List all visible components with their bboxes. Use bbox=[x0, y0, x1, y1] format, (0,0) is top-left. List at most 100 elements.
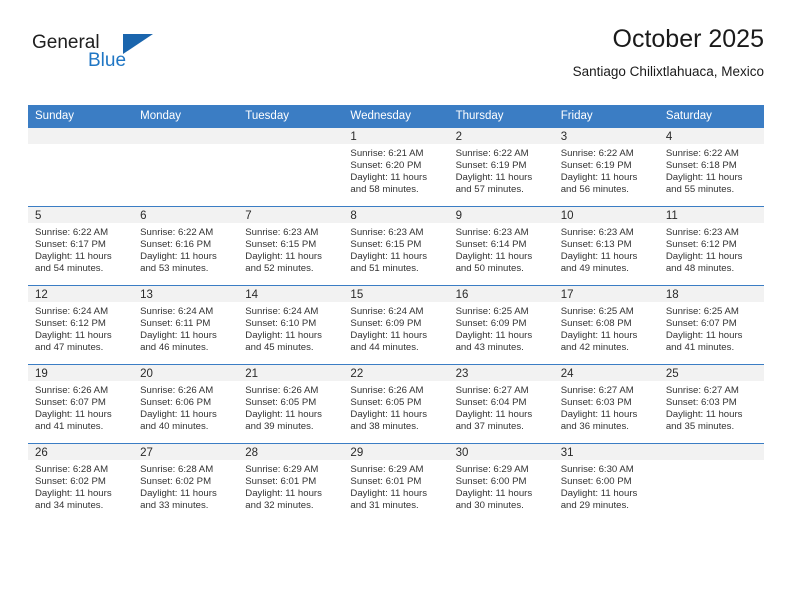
sunset-text: Sunset: 6:14 PM bbox=[455, 239, 527, 251]
daylight-text: Daylight: 11 hours and 57 minutes. bbox=[455, 172, 533, 196]
calendar-day-cell[interactable]: 1 Sunrise: 6:21 AM Sunset: 6:20 PM Daylight… bbox=[343, 127, 449, 207]
day-number: 29 bbox=[343, 444, 449, 460]
daylight-text: Daylight: 11 hours and 47 minutes. bbox=[35, 330, 112, 354]
day-number: 24 bbox=[553, 365, 659, 381]
daylight-text: Daylight: 11 hours and 33 minutes. bbox=[140, 488, 217, 512]
sunset-text: Sunset: 6:13 PM bbox=[560, 239, 632, 251]
sunrise-text: Sunrise: 6:24 AM bbox=[140, 306, 214, 317]
day-number bbox=[238, 128, 344, 144]
calendar-day-cell[interactable]: 29 Sunrise: 6:29 AM Sunset: 6:01 PM Dayligh… bbox=[343, 443, 449, 522]
calendar-day-cell[interactable]: 20 Sunrise: 6:26 AM Sunset: 6:06 PM Dayligh… bbox=[133, 364, 239, 444]
day-details: Sunrise: 6:25 AM Sunset: 6:07 PM Daylight:… bbox=[659, 302, 764, 354]
calendar-day-cell[interactable]: 13 Sunrise: 6:24 AM Sunset: 6:11 PM Dayligh… bbox=[133, 285, 239, 365]
day-details: Sunrise: 6:22 AM Sunset: 6:17 PM Daylight:… bbox=[28, 223, 133, 275]
sunset-text: Sunset: 6:19 PM bbox=[560, 160, 632, 172]
weekday-header-monday: Monday bbox=[133, 105, 239, 128]
sunset-text: Sunset: 6:16 PM bbox=[140, 239, 212, 251]
day-details: Sunrise: 6:28 AM Sunset: 6:02 PM Daylight:… bbox=[28, 460, 133, 512]
calendar-day-cell[interactable]: 19 Sunrise: 6:26 AM Sunset: 6:07 PM Dayligh… bbox=[28, 364, 134, 444]
calendar-day-cell[interactable]: 27 Sunrise: 6:28 AM Sunset: 6:02 PM Dayligh… bbox=[133, 443, 239, 522]
day-number: 31 bbox=[553, 444, 659, 460]
sunset-text: Sunset: 6:00 PM bbox=[455, 476, 527, 488]
calendar-day-cell[interactable]: 14 Sunrise: 6:24 AM Sunset: 6:10 PM Dayligh… bbox=[238, 285, 344, 365]
title-block: October 2025 Santiago Chilixtlahuaca, Me… bbox=[573, 24, 764, 80]
sunrise-text: Sunrise: 6:26 AM bbox=[350, 385, 424, 396]
day-number: 21 bbox=[238, 365, 344, 381]
day-details: Sunrise: 6:22 AM Sunset: 6:19 PM Daylight:… bbox=[554, 144, 659, 196]
daylight-text: Daylight: 11 hours and 41 minutes. bbox=[665, 330, 743, 354]
calendar-day-cell[interactable]: 26 Sunrise: 6:28 AM Sunset: 6:02 PM Dayligh… bbox=[28, 443, 134, 522]
weekday-header-row: Sunday Monday Tuesday Wednesday Thursday… bbox=[28, 105, 764, 128]
day-details: Sunrise: 6:25 AM Sunset: 6:09 PM Daylight:… bbox=[449, 302, 554, 354]
day-number: 5 bbox=[28, 207, 134, 223]
sunset-text: Sunset: 6:07 PM bbox=[35, 397, 106, 409]
sunrise-text: Sunrise: 6:26 AM bbox=[35, 385, 109, 396]
calendar-day-cell-empty bbox=[28, 127, 134, 207]
sunset-text: Sunset: 6:15 PM bbox=[350, 239, 422, 251]
calendar-day-cell[interactable]: 3 Sunrise: 6:22 AM Sunset: 6:19 PM Daylight… bbox=[553, 127, 659, 207]
sunset-text: Sunset: 6:01 PM bbox=[245, 476, 317, 488]
calendar-day-cell[interactable]: 11 Sunrise: 6:23 AM Sunset: 6:12 PM Dayligh… bbox=[658, 206, 764, 286]
calendar-day-cell[interactable]: 12 Sunrise: 6:24 AM Sunset: 6:12 PM Dayligh… bbox=[28, 285, 134, 365]
sunset-text: Sunset: 6:05 PM bbox=[350, 397, 422, 409]
sunset-text: Sunset: 6:04 PM bbox=[455, 397, 527, 409]
calendar-day-cell-empty bbox=[133, 127, 239, 207]
day-number bbox=[658, 444, 764, 460]
day-details: Sunrise: 6:29 AM Sunset: 6:00 PM Daylight:… bbox=[449, 460, 554, 512]
sunset-text: Sunset: 6:11 PM bbox=[140, 318, 211, 330]
calendar-day-cell[interactable]: 5 Sunrise: 6:22 AM Sunset: 6:17 PM Daylight… bbox=[28, 206, 134, 286]
daylight-text: Daylight: 11 hours and 51 minutes. bbox=[350, 251, 428, 275]
calendar-day-cell[interactable]: 2 Sunrise: 6:22 AM Sunset: 6:19 PM Daylight… bbox=[448, 127, 554, 207]
calendar-day-cell-empty bbox=[238, 127, 344, 207]
calendar-day-cell[interactable]: 28 Sunrise: 6:29 AM Sunset: 6:01 PM Dayligh… bbox=[238, 443, 344, 522]
sunset-text: Sunset: 6:09 PM bbox=[350, 318, 422, 330]
calendar-day-cell[interactable]: 9 Sunrise: 6:23 AM Sunset: 6:14 PM Daylight… bbox=[448, 206, 554, 286]
calendar-day-cell[interactable]: 25 Sunrise: 6:27 AM Sunset: 6:03 PM Dayligh… bbox=[658, 364, 764, 444]
calendar-day-cell[interactable]: 24 Sunrise: 6:27 AM Sunset: 6:03 PM Dayligh… bbox=[553, 364, 659, 444]
page-header: General Blue October 2025 Santiago Chili… bbox=[28, 24, 764, 96]
calendar-body: 1 Sunrise: 6:21 AM Sunset: 6:20 PM Daylight… bbox=[28, 127, 764, 522]
sunset-text: Sunset: 6:06 PM bbox=[140, 397, 212, 409]
calendar-day-cell[interactable]: 6 Sunrise: 6:22 AM Sunset: 6:16 PM Daylight… bbox=[133, 206, 239, 286]
sunset-text: Sunset: 6:10 PM bbox=[245, 318, 317, 330]
sunrise-text: Sunrise: 6:26 AM bbox=[245, 385, 319, 396]
calendar-day-cell[interactable]: 15 Sunrise: 6:24 AM Sunset: 6:09 PM Dayligh… bbox=[343, 285, 449, 365]
sunset-text: Sunset: 6:17 PM bbox=[35, 239, 106, 251]
day-number: 26 bbox=[28, 444, 134, 460]
daylight-text: Daylight: 11 hours and 32 minutes. bbox=[245, 488, 322, 512]
sunset-text: Sunset: 6:03 PM bbox=[665, 397, 737, 409]
calendar-day-cell[interactable]: 10 Sunrise: 6:23 AM Sunset: 6:13 PM Dayligh… bbox=[553, 206, 659, 286]
day-details: Sunrise: 6:22 AM Sunset: 6:19 PM Daylight:… bbox=[449, 144, 554, 196]
calendar-week-row: 1 Sunrise: 6:21 AM Sunset: 6:20 PM Daylight… bbox=[28, 127, 764, 207]
calendar-day-cell[interactable]: 8 Sunrise: 6:23 AM Sunset: 6:15 PM Daylight… bbox=[343, 206, 449, 286]
day-details: Sunrise: 6:25 AM Sunset: 6:08 PM Daylight:… bbox=[554, 302, 659, 354]
sunrise-text: Sunrise: 6:30 AM bbox=[560, 464, 634, 475]
calendar-day-cell[interactable]: 17 Sunrise: 6:25 AM Sunset: 6:08 PM Dayligh… bbox=[553, 285, 659, 365]
calendar-day-cell[interactable]: 7 Sunrise: 6:23 AM Sunset: 6:15 PM Daylight… bbox=[238, 206, 344, 286]
day-number: 15 bbox=[343, 286, 449, 302]
sunrise-text: Sunrise: 6:28 AM bbox=[35, 464, 109, 475]
sunset-text: Sunset: 6:20 PM bbox=[350, 160, 422, 172]
daylight-text: Daylight: 11 hours and 37 minutes. bbox=[455, 409, 533, 433]
day-details: Sunrise: 6:27 AM Sunset: 6:03 PM Daylight:… bbox=[554, 381, 659, 433]
calendar-day-cell[interactable]: 21 Sunrise: 6:26 AM Sunset: 6:05 PM Dayligh… bbox=[238, 364, 344, 444]
sunrise-text: Sunrise: 6:21 AM bbox=[350, 148, 424, 159]
day-number: 16 bbox=[448, 286, 554, 302]
generalblue-logo[interactable]: General Blue bbox=[28, 32, 208, 88]
sunset-text: Sunset: 6:02 PM bbox=[35, 476, 106, 488]
calendar-day-cell[interactable]: 22 Sunrise: 6:26 AM Sunset: 6:05 PM Dayligh… bbox=[343, 364, 449, 444]
calendar-day-cell[interactable]: 16 Sunrise: 6:25 AM Sunset: 6:09 PM Dayligh… bbox=[448, 285, 554, 365]
calendar-day-cell[interactable]: 31 Sunrise: 6:30 AM Sunset: 6:00 PM Dayligh… bbox=[553, 443, 659, 522]
triangle-icon bbox=[123, 34, 153, 54]
calendar-day-cell[interactable]: 4 Sunrise: 6:22 AM Sunset: 6:18 PM Daylight… bbox=[658, 127, 764, 207]
day-details: Sunrise: 6:22 AM Sunset: 6:18 PM Daylight:… bbox=[659, 144, 764, 196]
daylight-text: Daylight: 11 hours and 49 minutes. bbox=[560, 251, 638, 275]
daylight-text: Daylight: 11 hours and 48 minutes. bbox=[665, 251, 743, 275]
calendar-day-cell[interactable]: 18 Sunrise: 6:25 AM Sunset: 6:07 PM Dayligh… bbox=[658, 285, 764, 365]
sunrise-text: Sunrise: 6:29 AM bbox=[245, 464, 319, 475]
calendar-day-cell[interactable]: 30 Sunrise: 6:29 AM Sunset: 6:00 PM Dayligh… bbox=[448, 443, 554, 522]
sunrise-text: Sunrise: 6:25 AM bbox=[560, 306, 634, 317]
calendar-day-cell-empty bbox=[658, 443, 764, 522]
calendar-day-cell[interactable]: 23 Sunrise: 6:27 AM Sunset: 6:04 PM Dayligh… bbox=[448, 364, 554, 444]
daylight-text: Daylight: 11 hours and 41 minutes. bbox=[35, 409, 112, 433]
